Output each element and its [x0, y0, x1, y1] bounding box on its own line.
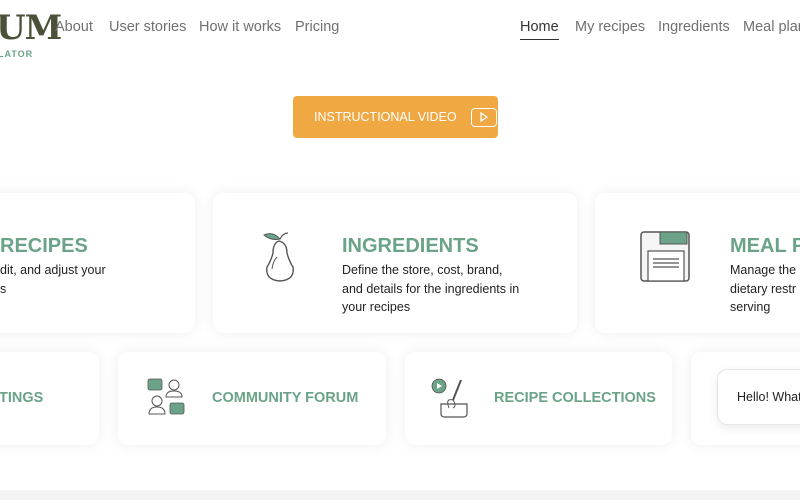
card-title: MEAL P	[730, 235, 800, 257]
instructional-video-button[interactable]: INSTRUCTIONAL VIDEO	[293, 96, 498, 138]
nav-about[interactable]: About	[55, 19, 93, 35]
card-settings[interactable]: TINGS	[0, 352, 99, 445]
floppy-disk-icon	[640, 231, 690, 282]
card-title: RECIPES	[0, 235, 88, 257]
footer-strip	[0, 490, 800, 500]
nav-home[interactable]: Home	[520, 19, 559, 40]
card-desc: Manage the dietary restr serving	[730, 263, 797, 314]
video-button-label: INSTRUCTIONAL VIDEO	[314, 110, 457, 124]
nav-how-it-works[interactable]: How it works	[199, 19, 281, 35]
play-icon	[470, 107, 497, 127]
card-recipe-collections[interactable]: RECIPE COLLECTIONS	[405, 352, 672, 445]
card-title: COMMUNITY FORUM	[212, 390, 359, 406]
nav-pricing[interactable]: Pricing	[295, 19, 339, 35]
card-ingredients[interactable]: INGREDIENTS Define the store, cost, bran…	[213, 193, 577, 333]
card-community-forum[interactable]: COMMUNITY FORUM	[118, 352, 386, 445]
card-recipes[interactable]: RECIPES dit, and adjust your s	[0, 193, 195, 333]
card-title: INGREDIENTS	[342, 235, 479, 257]
nav-user-stories[interactable]: User stories	[109, 19, 186, 35]
chat-bubble[interactable]: Hello! What	[717, 369, 800, 425]
pear-icon	[263, 232, 294, 282]
nav-meal-plan[interactable]: Meal plan	[743, 19, 800, 35]
card-desc: dit, and adjust your s	[0, 263, 106, 296]
nav-my-recipes[interactable]: My recipes	[575, 19, 645, 35]
community-icon	[147, 378, 185, 415]
card-desc: Define the store, cost, brand, and detail…	[342, 263, 520, 314]
card-meal-plan[interactable]: MEAL P Manage the dietary restr serving	[595, 193, 800, 333]
logo-subtitle: LATOR	[0, 49, 34, 59]
card-title: TINGS	[0, 390, 44, 406]
logo[interactable]: UM	[0, 8, 62, 48]
whisk-bowl-icon	[431, 378, 468, 418]
nav-ingredients[interactable]: Ingredients	[658, 19, 730, 35]
card-title: RECIPE COLLECTIONS	[494, 390, 656, 406]
